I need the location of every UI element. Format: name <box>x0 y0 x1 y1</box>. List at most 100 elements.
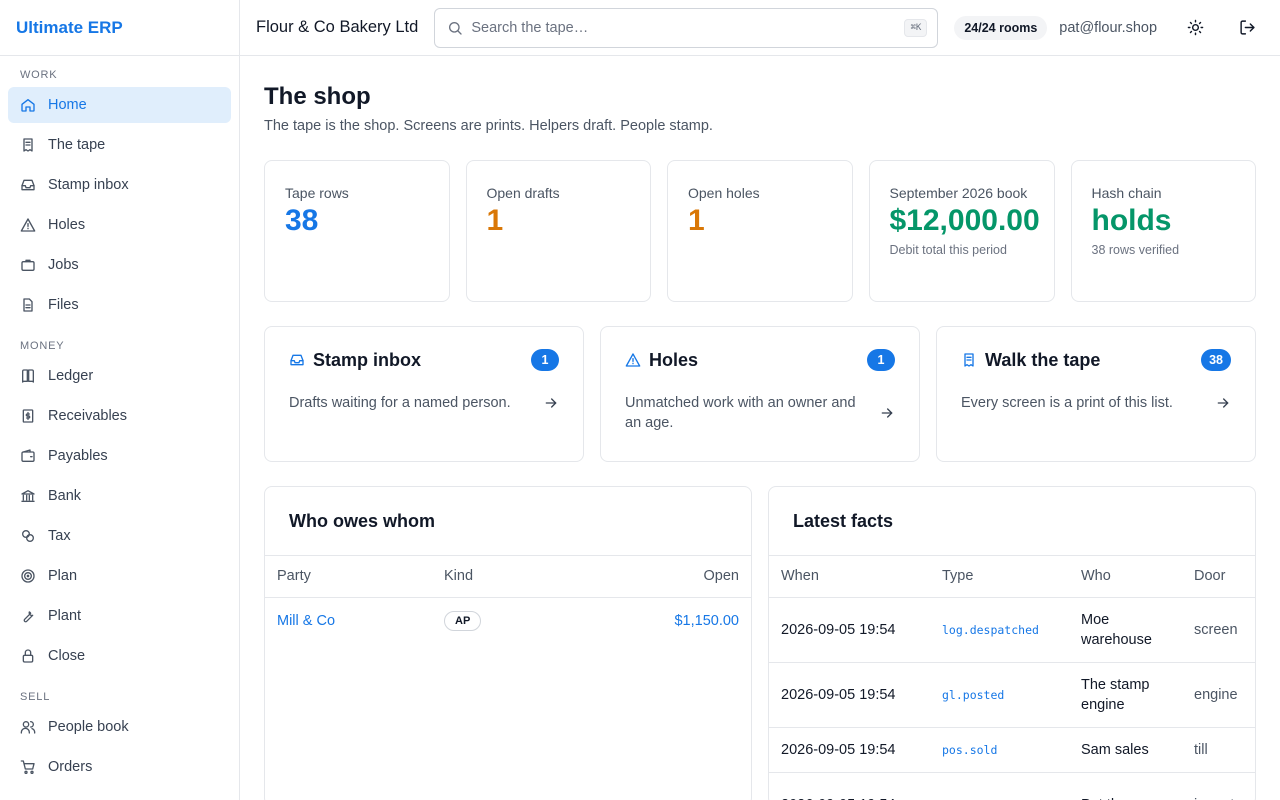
card-header: Walk the tape 38 <box>961 349 1231 371</box>
search-box[interactable]: ⌘K <box>434 7 939 48</box>
sidebar-item-jobs[interactable]: Jobs <box>8 247 231 283</box>
sidebar-item-holes[interactable]: Holes <box>8 207 231 243</box>
table-row[interactable]: 2026-09-05 19:54 Pat theimport <box>769 772 1255 800</box>
column-header[interactable]: Type <box>930 556 1069 598</box>
column-header[interactable]: Party <box>265 556 432 598</box>
event-type[interactable]: pos.sold <box>942 743 997 757</box>
owes-title: Who owes whom <box>265 487 751 556</box>
sidebar-item-home[interactable]: Home <box>8 87 231 123</box>
table-row[interactable]: 2026-09-05 19:54 log.despatched Moe wareho… <box>769 597 1255 663</box>
company-name[interactable]: Flour & Co Bakery Ltd <box>256 18 418 37</box>
receipt-icon <box>20 137 36 153</box>
nav-section-title: WORK <box>20 69 58 81</box>
card-stamp-inbox[interactable]: Stamp inbox 1 Drafts waiting for a named p… <box>264 326 584 462</box>
stat-card: September 2026 book $12,000.00 Debit total… <box>868 160 1055 302</box>
user-email[interactable]: pat@flour.shop <box>1059 20 1157 36</box>
stat-label: Open drafts <box>486 185 560 201</box>
app-name[interactable]: Ultimate ERP <box>16 18 123 38</box>
sidebar-item-payables[interactable]: Payables <box>8 438 231 474</box>
receipt-icon <box>23 138 33 152</box>
sidebar-item-label: The tape <box>48 137 106 153</box>
card-title: Walk the tape <box>985 349 1101 370</box>
card-body: Drafts waiting for a named person. <box>289 393 559 413</box>
sidebar-item-label: Ledger <box>48 368 94 384</box>
card-header: Stamp inbox 1 <box>289 349 559 371</box>
nav-section-title: MONEY <box>20 340 65 352</box>
column-header[interactable]: When <box>769 556 930 598</box>
arrow-right-icon[interactable] <box>1215 395 1231 411</box>
party-link[interactable]: Mill & Co <box>277 613 335 629</box>
card-header: Holes 1 <box>625 349 895 371</box>
open-amount[interactable]: $1,150.00 <box>674 613 739 629</box>
door-cell: till <box>1182 727 1255 773</box>
who-cell: Pat the <box>1069 772 1182 800</box>
book-icon <box>20 368 36 384</box>
who-cell: The stamp engine <box>1069 662 1182 728</box>
sidebar-item-label: Tax <box>48 528 71 544</box>
stat-label: Open holes <box>688 185 760 201</box>
table-row[interactable]: Mill & Co AP $1,150.00 <box>265 597 751 644</box>
column-header[interactable]: Who <box>1069 556 1182 598</box>
sidebar-item-people-book[interactable]: People book <box>8 709 231 745</box>
door-cell: engine <box>1182 662 1255 728</box>
sidebar-item-label: Payables <box>48 448 108 464</box>
sidebar-item-label: Receivables <box>48 408 127 424</box>
wallet-icon <box>21 449 35 462</box>
when-cell: 2026-09-05 19:54 <box>769 597 930 663</box>
card-description: Every screen is a print of this list. <box>961 395 1173 411</box>
target-icon <box>20 568 36 584</box>
event-type[interactable]: log.despatched <box>942 623 1039 637</box>
stat-card: Open holes 1 <box>667 160 853 302</box>
brand[interactable]: Ultimate ERP <box>0 0 239 56</box>
users-icon <box>20 719 36 735</box>
page-title: The shop <box>264 83 371 110</box>
arrow-right-icon[interactable] <box>543 395 559 411</box>
party-cell: Mill & Co <box>265 597 432 644</box>
sidebar-item-receivables[interactable]: Receivables <box>8 398 231 434</box>
count-badge: 1 <box>531 349 559 371</box>
logout-button[interactable] <box>1231 12 1263 44</box>
card-title: Holes <box>649 349 699 370</box>
theme-toggle-button[interactable] <box>1179 12 1211 44</box>
sidebar-item-the-tape[interactable]: The tape <box>8 127 231 163</box>
card-walk-the-tape[interactable]: Walk the tape 38 Every screen is a print o… <box>936 326 1256 462</box>
event-type[interactable]: gl.posted <box>942 688 1004 702</box>
facts-panel: Latest facts When Type Who Door 2026-09-05 … <box>768 486 1256 800</box>
search-input[interactable] <box>471 19 905 36</box>
sidebar-item-bank[interactable]: Bank <box>8 478 231 514</box>
table-row[interactable]: 2026-09-05 19:54 pos.sold Sam sales till <box>769 727 1255 773</box>
warning-icon <box>20 218 36 232</box>
search-shortcut: ⌘K <box>904 18 928 37</box>
table-row[interactable]: 2026-09-05 19:54 gl.posted The stamp engin… <box>769 662 1255 728</box>
type-cell: log.despatched <box>930 597 1069 663</box>
type-cell: gl.posted <box>930 662 1069 728</box>
count-badge: 38 <box>1201 349 1231 371</box>
bank-icon <box>20 488 36 504</box>
stats-row: Tape rows 38 Open drafts 1 Open holes 1 Septem… <box>264 160 1256 302</box>
warning-icon <box>20 217 36 233</box>
sidebar-item-ledger[interactable]: Ledger <box>8 358 231 394</box>
sidebar-item-label: Holes <box>48 217 86 233</box>
card-holes[interactable]: Holes 1 Unmatched work with an owner and a… <box>600 326 920 462</box>
inbox-icon <box>21 179 35 191</box>
book-icon <box>22 369 34 383</box>
arrow-right-icon[interactable] <box>879 405 895 421</box>
sidebar-item-tax[interactable]: Tax <box>8 518 231 554</box>
logout-icon <box>1239 20 1255 35</box>
column-header[interactable]: Open <box>562 556 751 598</box>
panels-row: Who owes whom Party Kind Open Mill & Co AP $… <box>264 486 1256 800</box>
sidebar-item-stamp-inbox[interactable]: Stamp inbox <box>8 167 231 203</box>
sidebar-item-plant[interactable]: Plant <box>8 598 231 634</box>
nav-section-title: SELL <box>20 691 51 703</box>
column-header[interactable]: Kind <box>432 556 563 598</box>
sidebar-item-plan[interactable]: Plan <box>8 558 231 594</box>
sidebar-item-files[interactable]: Files <box>8 287 231 323</box>
owes-table: Party Kind Open Mill & Co AP $1,150.00 <box>265 556 751 644</box>
sidebar-item-orders[interactable]: Orders <box>8 749 231 785</box>
sidebar-item-label: Close <box>48 648 86 664</box>
sidebar-item-close[interactable]: Close <box>8 638 231 674</box>
column-header[interactable]: Door <box>1182 556 1255 598</box>
facts-table: When Type Who Door 2026-09-05 19:54 log.desp… <box>769 556 1255 800</box>
sidebar-item-label: People book <box>48 719 129 735</box>
wrench-icon <box>23 611 34 623</box>
